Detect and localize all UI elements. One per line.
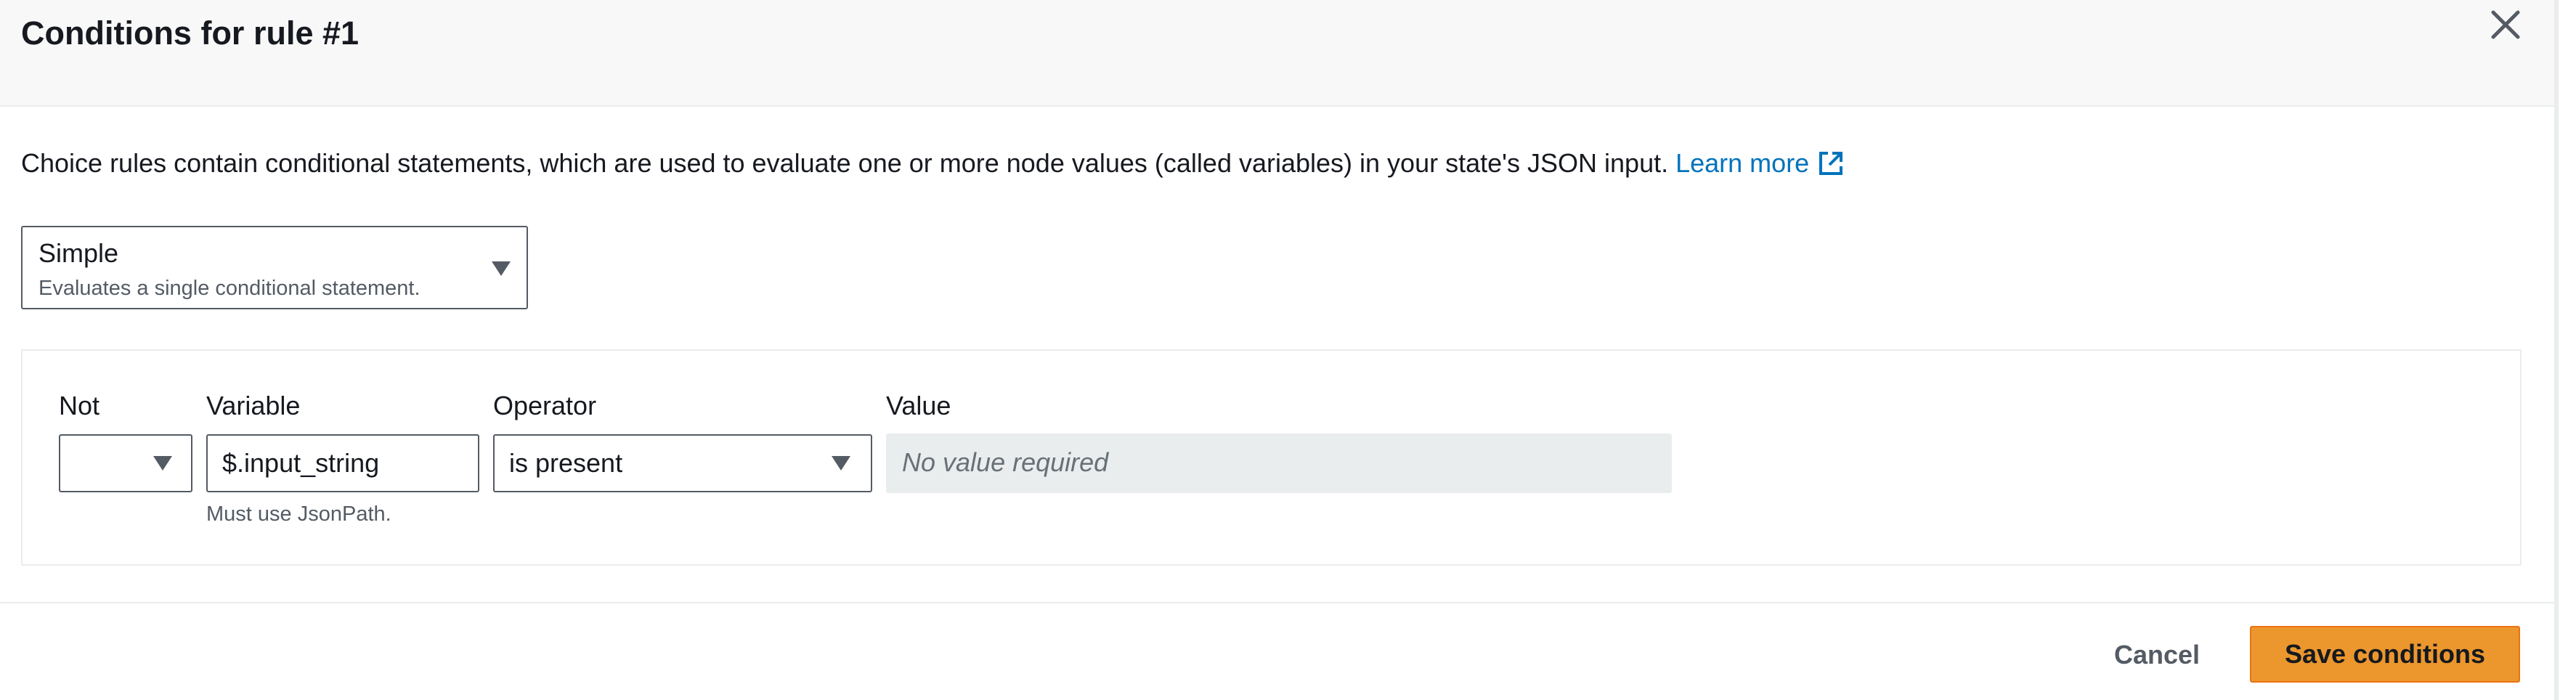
learn-more-label: Learn more: [1675, 148, 1810, 178]
description-text: Choice rules contain conditional stateme…: [21, 148, 1669, 178]
caret-down-icon: [492, 261, 511, 276]
modal-title: Conditions for rule #1: [21, 15, 359, 52]
caret-down-icon: [832, 456, 850, 471]
caret-down-icon: [153, 456, 172, 471]
save-conditions-button[interactable]: Save conditions: [2250, 626, 2520, 683]
footer-divider: [0, 602, 2556, 603]
rule-type-select[interactable]: Simple Evaluates a single conditional st…: [21, 226, 528, 309]
rules-description: Choice rules contain conditional stateme…: [21, 144, 1844, 183]
not-select[interactable]: [59, 434, 192, 492]
external-link-icon: [1819, 152, 1843, 175]
variable-hint: Must use JsonPath.: [206, 502, 391, 526]
value-field: No value required: [886, 434, 1672, 493]
learn-more-link[interactable]: Learn more: [1675, 148, 1844, 178]
conditions-modal: Conditions for rule #1 Choice rules cont…: [0, 0, 2556, 700]
not-label: Not: [59, 391, 100, 420]
scrollbar-edge: [2554, 0, 2559, 700]
operator-selected: is present: [509, 448, 623, 478]
cancel-button[interactable]: Cancel: [2099, 627, 2215, 683]
value-label: Value: [886, 391, 951, 420]
modal-header: Conditions for rule #1: [0, 0, 2556, 107]
operator-select[interactable]: is present: [493, 434, 872, 492]
operator-label: Operator: [493, 391, 597, 420]
close-icon: [2491, 10, 2520, 39]
variable-label: Variable: [206, 391, 301, 420]
rule-type-description: Evaluates a single conditional statement…: [38, 277, 420, 300]
rule-type-selected: Simple: [38, 238, 119, 268]
value-placeholder: No value required: [902, 447, 1109, 477]
close-button[interactable]: [2484, 3, 2527, 46]
variable-input[interactable]: [206, 434, 479, 492]
